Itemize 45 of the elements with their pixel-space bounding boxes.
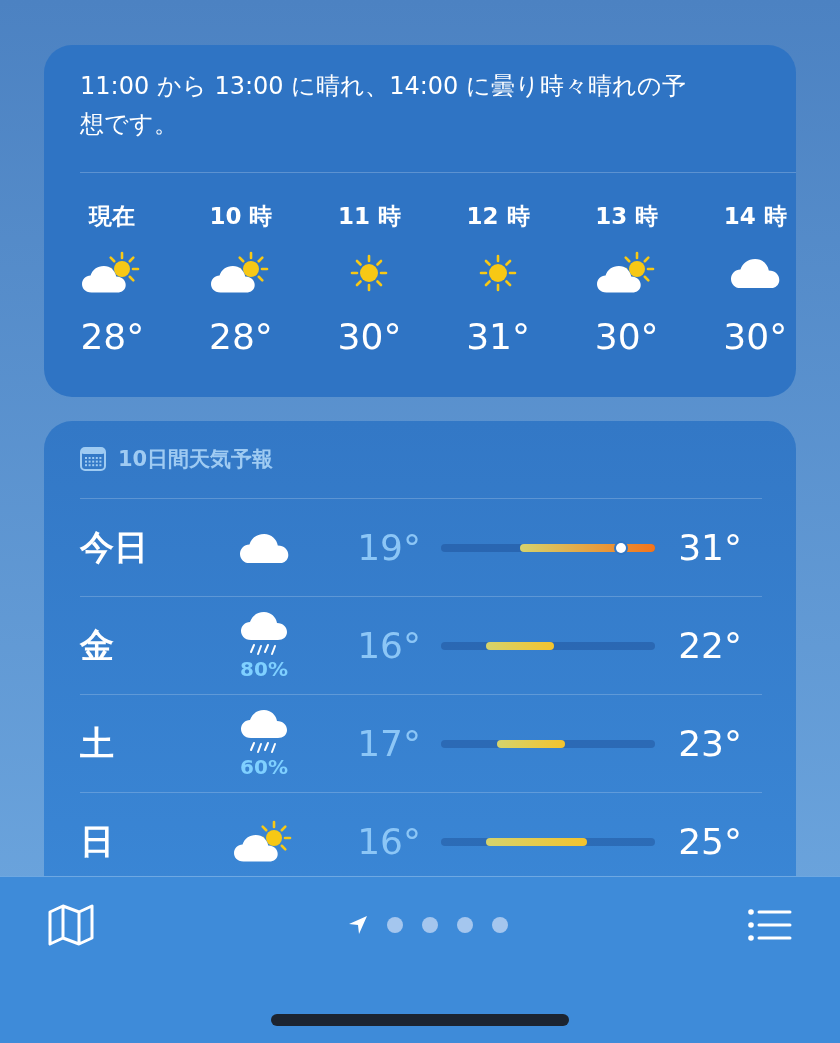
high-temperature: 23°	[678, 723, 742, 764]
cloud-icon	[239, 532, 289, 563]
hour-label: 12 時	[466, 202, 530, 231]
hour-temperature: 31°	[466, 315, 530, 359]
temperature-range-fill	[486, 641, 554, 650]
low-temperature: 16°	[357, 625, 421, 666]
rain-chance: 80%	[240, 657, 288, 680]
map-icon[interactable]	[48, 904, 94, 946]
rain-cloud-icon	[240, 709, 288, 754]
hour-temperature: 30°	[723, 315, 788, 359]
page-dot[interactable]	[387, 917, 403, 933]
calendar-icon	[80, 447, 106, 471]
page-dot[interactable]	[457, 917, 473, 933]
high-temperature: 31°	[678, 527, 742, 568]
page-dot[interactable]	[422, 917, 438, 933]
low-temperature: 16°	[357, 821, 421, 862]
low-temperature: 19°	[357, 527, 421, 568]
hour-label: 13 時	[595, 202, 659, 231]
list-icon[interactable]	[748, 909, 792, 941]
low-temperature: 17°	[357, 723, 421, 764]
location-arrow-icon[interactable]	[348, 915, 368, 935]
temperature-range-fill	[497, 739, 565, 748]
hour-temperature: 28°	[80, 315, 145, 359]
rain-chance: 60%	[240, 755, 288, 778]
day-label: 今日	[80, 525, 148, 569]
day-label: 日	[80, 819, 114, 863]
hour-temperature: 30°	[594, 315, 659, 359]
page-dot[interactable]	[492, 917, 508, 933]
rain-cloud-icon	[240, 611, 288, 656]
day-label: 金	[80, 623, 114, 667]
forecast-summary: 11:00 から 13:00 に晴れ、14:00 に曇り時々晴れの予想です。	[80, 71, 687, 140]
high-temperature: 25°	[678, 821, 742, 862]
hour-label: 11 時	[337, 202, 401, 231]
hour-label: 10 時	[209, 202, 273, 231]
hour-label: 現在	[89, 202, 136, 231]
hour-label: 14 時	[723, 202, 787, 231]
high-temperature: 22°	[678, 625, 742, 666]
partly-cloudy-icon	[234, 818, 294, 865]
cloud-icon	[730, 258, 781, 288]
day-label: 土	[80, 721, 114, 765]
hour-temperature: 30°	[337, 315, 402, 359]
partly-cloudy-icon	[210, 250, 271, 296]
hour-temperature: 28°	[209, 315, 273, 359]
forecast-title: 10日間天気予報	[118, 446, 274, 473]
partly-cloudy-icon	[596, 250, 657, 296]
